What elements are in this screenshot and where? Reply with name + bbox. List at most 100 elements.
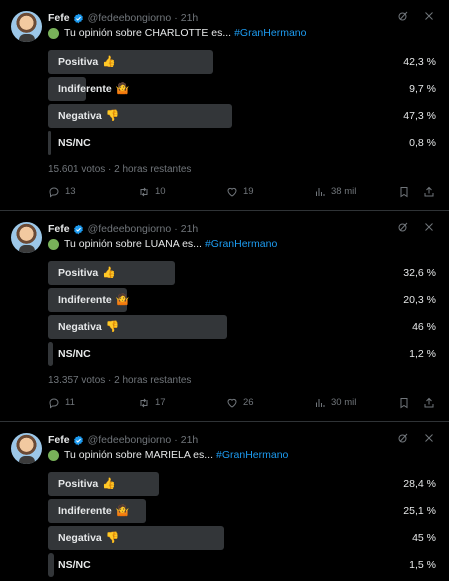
author-handle[interactable]: @fedeebongiorno: [88, 223, 172, 235]
share-button[interactable]: [423, 186, 440, 198]
hashtag-link[interactable]: #GranHermano: [205, 238, 277, 250]
poll-option-emoji: 👍: [102, 56, 116, 68]
tweet-text: Tu opinión sobre CHARLOTTE es... #GranHe…: [48, 27, 306, 39]
like-button[interactable]: 19: [226, 186, 254, 198]
poll-option: NS/NC 1,2 %: [48, 342, 438, 366]
poll-option-emoji: 🤷: [115, 83, 130, 95]
share-button[interactable]: [423, 397, 440, 409]
poll-option-label: Indiferente 🤷: [58, 288, 129, 312]
retweet-count: 17: [155, 397, 166, 408]
poll-option-percent: 1,5 %: [409, 559, 436, 571]
tweet[interactable]: Fefe @fedeebongiorno · 21h Tu opinión so…: [0, 422, 449, 581]
poll-meta: 15.601 votos · 2 horas restantes: [48, 164, 192, 175]
poll-option: Negativa 👎 46 %: [48, 315, 438, 339]
tweet-top-actions: [397, 10, 435, 22]
bookmark-icon: [400, 187, 408, 198]
poll-meta: 13.357 votos · 2 horas restantes: [48, 375, 192, 386]
retweet-count: 10: [155, 186, 166, 197]
poll-option-percent: 46 %: [412, 321, 436, 333]
poll-option-label: Indiferente 🤷: [58, 499, 129, 523]
poll-option-text: NS/NC: [58, 559, 91, 571]
bookmark-icon: [400, 398, 408, 409]
author-name[interactable]: Fefe: [48, 223, 70, 235]
poll-option-percent: 25,1 %: [403, 505, 436, 517]
tweet-text: Tu opinión sobre MARIELA es... #GranHerm…: [48, 449, 288, 461]
view-count: 38 mil: [331, 186, 357, 197]
like-button[interactable]: 26: [226, 397, 254, 409]
grok-icon[interactable]: [397, 10, 409, 22]
poll-option-percent: 32,6 %: [403, 267, 436, 279]
poll-option-label: Negativa 👎: [58, 104, 119, 128]
retweet-icon: [140, 187, 148, 197]
poll: Positiva 👍 28,4 % Indiferente 🤷 25,1 % Negativ…: [48, 472, 438, 580]
poll: Positiva 👍 32,6 % Indiferente 🤷 20,3 % Negativ…: [48, 261, 438, 369]
tweet-top-actions: [397, 221, 435, 233]
bookmark-button[interactable]: [398, 397, 415, 409]
poll-option-label: Positiva 👍: [58, 472, 116, 496]
author-handle[interactable]: @fedeebongiorno: [88, 434, 172, 446]
tweet-body: Tu opinión sobre LUANA es...: [64, 238, 202, 250]
poll-option: Positiva 👍 28,4 %: [48, 472, 438, 496]
timestamp[interactable]: 21h: [181, 223, 199, 235]
poll-option-text: Negativa: [58, 110, 102, 122]
poll-option: Positiva 👍 42,3 %: [48, 50, 438, 74]
reply-button[interactable]: 11: [48, 397, 75, 409]
views-button[interactable]: 38 mil: [314, 186, 356, 198]
tweet[interactable]: Fefe @fedeebongiorno · 21h Tu opinión so…: [0, 0, 449, 211]
share-icon: [424, 186, 434, 197]
more-icon[interactable]: [423, 221, 435, 233]
tweet-header: Fefe @fedeebongiorno · 21h: [48, 10, 198, 26]
poll-option-percent: 1,2 %: [409, 348, 436, 360]
poll-option-label: Negativa 👎: [58, 315, 119, 339]
poll-option-text: Negativa: [58, 321, 102, 333]
poll-option-text: Negativa: [58, 532, 102, 544]
timestamp[interactable]: 21h: [181, 434, 199, 446]
grok-icon[interactable]: [397, 432, 409, 444]
poll-option-percent: 47,3 %: [403, 110, 436, 122]
author-name[interactable]: Fefe: [48, 12, 70, 24]
poll-option-emoji: 🤷: [115, 505, 130, 517]
retweet-button[interactable]: 10: [138, 186, 166, 198]
more-icon[interactable]: [423, 10, 435, 22]
hashtag-link[interactable]: #GranHermano: [216, 449, 288, 461]
hashtag-link[interactable]: #GranHermano: [234, 27, 306, 39]
avatar[interactable]: [11, 11, 42, 42]
poll-bar: [48, 131, 51, 155]
tweet-actions: 13 10 19 38 mil: [48, 186, 438, 202]
avatar[interactable]: [11, 222, 42, 253]
tweet-body: Tu opinión sobre CHARLOTTE es...: [64, 27, 232, 39]
poll-option-text: Positiva: [58, 267, 99, 279]
like-count: 26: [243, 397, 254, 408]
poll-option-label: Negativa 👎: [58, 526, 119, 550]
poll-option: NS/NC 0,8 %: [48, 131, 438, 155]
verified-badge-icon: [73, 13, 83, 23]
poll-bar: [48, 553, 54, 577]
poll: Positiva 👍 42,3 % Indiferente 🤷 9,7 % Negativa…: [48, 50, 438, 158]
reply-icon: [49, 398, 59, 409]
timestamp[interactable]: 21h: [181, 12, 199, 24]
bookmark-button[interactable]: [398, 186, 415, 198]
poll-option-label: NS/NC: [58, 553, 91, 577]
time-remaining: 2 horas restantes: [114, 164, 192, 175]
tweet-text: Tu opinión sobre LUANA es... #GranHerman…: [48, 238, 277, 250]
vote-count: 15.601 votos: [48, 164, 106, 175]
verified-badge-icon: [73, 224, 83, 234]
reply-count: 11: [65, 397, 75, 408]
reply-button[interactable]: 13: [48, 186, 76, 198]
tweet-header: Fefe @fedeebongiorno · 21h: [48, 432, 198, 448]
grok-icon[interactable]: [397, 221, 409, 233]
view-count: 30 mil: [331, 397, 357, 408]
tweet-actions: 11 17 26 30 mil: [48, 397, 438, 413]
views-button[interactable]: 30 mil: [314, 397, 356, 409]
retweet-button[interactable]: 17: [138, 397, 166, 409]
green-circle-emoji: [48, 449, 59, 461]
poll-option-label: Positiva 👍: [58, 261, 116, 285]
separator-dot: ·: [174, 434, 178, 446]
poll-option-label: Positiva 👍: [58, 50, 116, 74]
poll-option-percent: 9,7 %: [409, 83, 436, 95]
author-handle[interactable]: @fedeebongiorno: [88, 12, 172, 24]
more-icon[interactable]: [423, 432, 435, 444]
tweet[interactable]: Fefe @fedeebongiorno · 21h Tu opinión so…: [0, 211, 449, 422]
avatar[interactable]: [11, 433, 42, 464]
author-name[interactable]: Fefe: [48, 434, 70, 446]
